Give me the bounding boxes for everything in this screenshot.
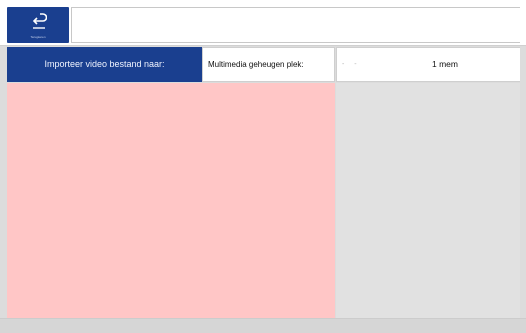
side-panel [336, 83, 520, 318]
return-arrow-icon [32, 13, 47, 29]
bottom-bar [0, 319, 526, 333]
top-bar: Terugkeren [0, 0, 526, 46]
memory-value: 1 mem [432, 59, 458, 69]
back-label: Terugkeren [30, 35, 46, 39]
memory-location-label: Multimedia geheugen plek: [202, 47, 335, 82]
memory-location-selector[interactable]: - - 1 mem [336, 47, 520, 82]
back-button[interactable]: Terugkeren [7, 7, 69, 43]
import-video-button[interactable]: Importeer video bestand naar: [7, 47, 202, 82]
memory-dashes: - - [342, 61, 361, 68]
video-preview-area [7, 83, 335, 318]
title-field [71, 7, 520, 43]
